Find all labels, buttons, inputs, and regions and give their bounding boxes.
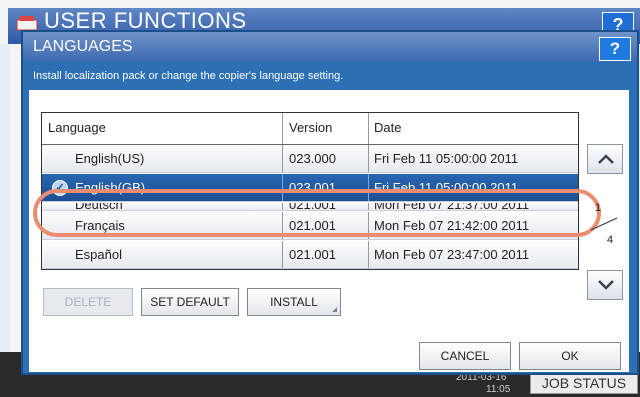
install-button[interactable]: INSTALL xyxy=(247,288,341,316)
delete-button[interactable]: DELETE xyxy=(43,288,133,316)
chevron-up-icon xyxy=(598,154,614,164)
row-date: Fri Feb 11 05:00:00 2011 xyxy=(368,174,578,201)
table-row[interactable]: English(US) 023.000 Fri Feb 11 05:00:00 … xyxy=(42,145,578,173)
row-language: English(US) xyxy=(75,151,145,166)
row-language: Español xyxy=(75,247,122,262)
table-row-selected[interactable]: ✓ English(GB) 023.001 Fri Feb 11 05:00:0… xyxy=(42,174,578,202)
dialog-description: Install localization pack or change the … xyxy=(33,70,344,82)
scroll-down-button[interactable] xyxy=(587,270,623,300)
language-table: Language Version Date English(US) 023.00… xyxy=(41,112,579,270)
cancel-button[interactable]: CANCEL xyxy=(419,342,511,370)
row-version: 023.001 xyxy=(282,174,368,201)
row-date: Fri Feb 11 05:00:00 2011 xyxy=(368,145,578,172)
languages-dialog: LANGUAGES ? Install localization pack or… xyxy=(21,30,639,375)
dialog-titlebar: LANGUAGES ? xyxy=(23,32,637,62)
dialog-body: Language Version Date English(US) 023.00… xyxy=(29,90,629,372)
table-row[interactable]: Deutsch 021.001 Mon Feb 07 21:37:00 2011 xyxy=(42,203,578,211)
row-version: 021.001 xyxy=(282,241,368,268)
submenu-indicator-icon xyxy=(332,307,337,312)
row-language: English(GB) xyxy=(75,180,146,195)
install-label: INSTALL xyxy=(270,295,318,309)
page-total: 4 xyxy=(607,234,614,246)
row-date: Mon Feb 07 21:42:00 2011 xyxy=(368,212,578,239)
set-default-button[interactable]: SET DEFAULT xyxy=(141,288,239,316)
ok-button[interactable]: OK xyxy=(519,342,621,370)
row-date: Mon Feb 07 21:37:00 2011 xyxy=(368,203,578,210)
user-functions-icon xyxy=(16,16,38,31)
row-version: 023.000 xyxy=(282,145,368,172)
clock-time: 11:05 xyxy=(486,384,511,395)
dialog-help-button[interactable]: ? xyxy=(599,37,631,61)
header-version: Version xyxy=(282,113,368,144)
row-language: Français xyxy=(75,218,125,233)
table-row[interactable]: Français 021.001 Mon Feb 07 21:42:00 201… xyxy=(42,212,578,240)
scroll-up-button[interactable] xyxy=(587,144,623,174)
job-status-button[interactable]: JOB STATUS xyxy=(530,372,638,394)
chevron-down-icon xyxy=(598,280,614,290)
header-language: Language xyxy=(48,120,106,135)
row-date: Mon Feb 07 23:47:00 2011 xyxy=(368,241,578,268)
row-version: 021.001 xyxy=(282,203,368,210)
background-panel-left xyxy=(0,44,10,354)
header-date: Date xyxy=(368,113,578,144)
page-current: 1 xyxy=(595,202,602,214)
dialog-title: LANGUAGES xyxy=(33,38,133,55)
row-language: Deutsch xyxy=(75,203,123,211)
row-version: 021.001 xyxy=(282,212,368,239)
page-divider xyxy=(590,217,618,231)
table-row[interactable]: Español 021.001 Mon Feb 07 23:47:00 2011 xyxy=(42,241,578,269)
table-header: Language Version Date xyxy=(42,113,578,145)
